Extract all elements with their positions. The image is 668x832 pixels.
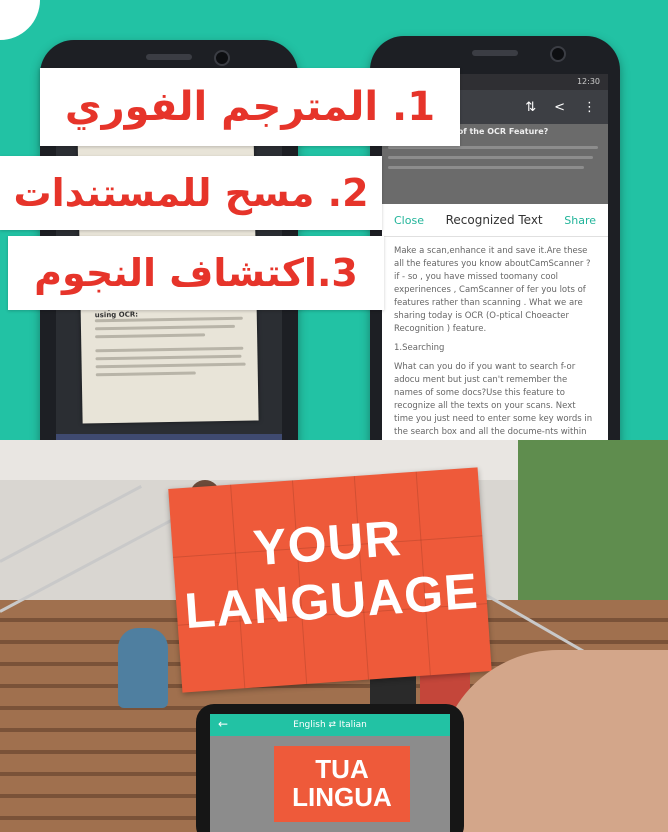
status-time: 12:30 bbox=[576, 77, 600, 86]
recognized-text-body: Make a scan,enhance it and save it.Are t… bbox=[382, 237, 608, 466]
translator-screen: ← English ⇄ Italian TUA LINGUA bbox=[210, 714, 450, 832]
paper-line bbox=[95, 354, 242, 361]
camera-icon bbox=[550, 46, 566, 62]
more-icon[interactable]: ⋮ bbox=[583, 100, 596, 115]
camera-icon bbox=[214, 50, 230, 66]
paragraph: Make a scan,enhance it and save it.Are t… bbox=[394, 246, 591, 334]
phone-speaker bbox=[472, 50, 518, 56]
paper-line bbox=[95, 346, 244, 353]
doc-line bbox=[388, 156, 593, 159]
language-pair[interactable]: English ⇄ Italian bbox=[293, 720, 367, 730]
paragraph: What can you do if you want to search f-… bbox=[394, 362, 593, 450]
phone-speaker bbox=[146, 54, 192, 60]
close-button[interactable]: Close bbox=[394, 214, 424, 227]
back-arrow-icon[interactable]: ← bbox=[218, 717, 228, 731]
sign-line-2: LANGUAGE bbox=[182, 562, 481, 640]
paper-line bbox=[95, 371, 196, 377]
share-icon[interactable]: ⇅ bbox=[525, 100, 536, 115]
language-bar: ← English ⇄ Italian bbox=[210, 714, 450, 736]
send-icon[interactable]: < bbox=[554, 100, 565, 115]
promo-image: Why wait? Follow the steps to start usin… bbox=[0, 0, 668, 832]
translated-sign: TUA LINGUA bbox=[274, 746, 410, 822]
paper-line bbox=[95, 362, 246, 369]
share-button[interactable]: Share bbox=[564, 214, 596, 227]
recognized-text-title: Recognized Text bbox=[445, 213, 543, 227]
translated-line-2: LINGUA bbox=[292, 782, 392, 812]
recognized-text-bar: Close Recognized Text Share bbox=[382, 204, 608, 237]
doc-line bbox=[388, 166, 584, 169]
feature-label-1: 1. المترجم الفوري bbox=[40, 68, 460, 146]
section-heading: 1.Searching bbox=[394, 343, 445, 353]
translation-photo: YOUR LANGUAGE ← English ⇄ Italian TUA LI… bbox=[0, 440, 668, 832]
person bbox=[118, 628, 168, 708]
translated-line-1: TUA bbox=[315, 754, 369, 784]
translator-device: ← English ⇄ Italian TUA LINGUA bbox=[196, 704, 464, 832]
doc-line bbox=[388, 146, 598, 149]
language-sign: YOUR LANGUAGE bbox=[168, 467, 492, 693]
feature-label-3: 3.اكتشاف النجوم bbox=[8, 236, 384, 310]
paper-line bbox=[94, 324, 235, 331]
paper-line bbox=[95, 333, 206, 339]
feature-label-2: 2. مسح للمستندات bbox=[0, 156, 382, 230]
